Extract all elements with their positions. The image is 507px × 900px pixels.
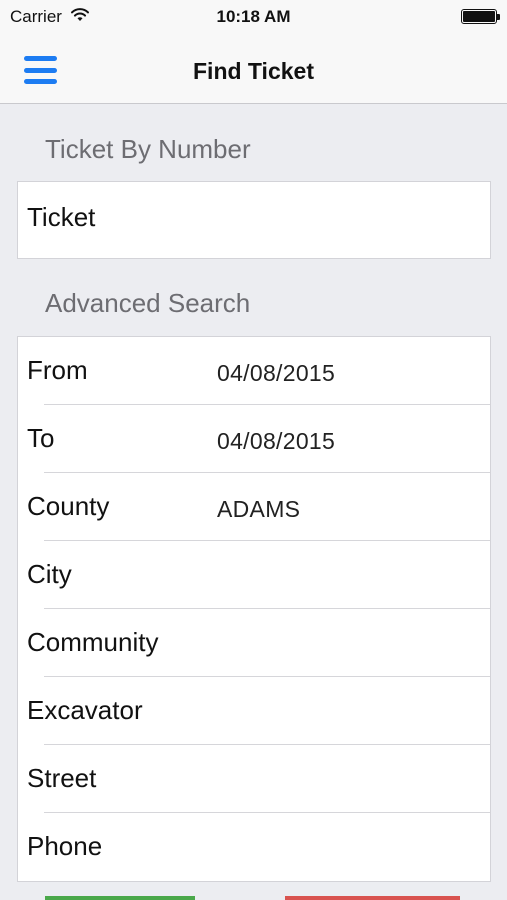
status-bar: Carrier 10:18 AM (0, 0, 507, 36)
status-time: 10:18 AM (216, 7, 291, 26)
navigation-bar: Find Ticket (0, 36, 507, 104)
search-row-excavator[interactable]: Excavator (18, 677, 490, 745)
search-row-community[interactable]: Community (18, 609, 490, 677)
community-label: Community (27, 627, 159, 657)
advanced-search-header: Advanced Search (45, 288, 251, 318)
search-row-street[interactable]: Street (18, 745, 490, 813)
to-label: To (27, 423, 55, 453)
ticket-number-input[interactable] (158, 196, 478, 236)
advanced-search-card: From 04/08/2015 To 04/08/2015 County ADA… (17, 336, 491, 882)
ticket-field-label: Ticket (27, 202, 96, 232)
red-button-edge[interactable] (285, 896, 460, 900)
to-value[interactable]: 04/08/2015 (217, 428, 335, 455)
green-button-edge[interactable] (45, 896, 195, 900)
county-label: County (27, 491, 110, 521)
phone-label: Phone (27, 831, 103, 861)
search-row-from[interactable]: From 04/08/2015 (18, 337, 490, 405)
find-ticket-screen: Carrier 10:18 AM Find Ticket Ticket By N… (0, 0, 507, 900)
bottom-buttons-edge (0, 896, 507, 900)
battery-icon (461, 9, 500, 24)
from-value[interactable]: 04/08/2015 (217, 360, 335, 387)
search-row-phone[interactable]: Phone (18, 813, 490, 881)
search-row-county[interactable]: County ADAMS (18, 473, 490, 541)
ticket-number-card: Ticket (17, 181, 491, 259)
from-label: From (27, 355, 88, 385)
search-row-to[interactable]: To 04/08/2015 (18, 405, 490, 473)
search-row-city[interactable]: City (18, 541, 490, 609)
ticket-by-number-header: Ticket By Number (45, 134, 251, 164)
street-label: Street (27, 763, 97, 793)
excavator-label: Excavator (27, 695, 143, 725)
page-title: Find Ticket (193, 58, 314, 84)
county-value[interactable]: ADAMS (217, 496, 300, 523)
city-label: City (27, 559, 72, 589)
